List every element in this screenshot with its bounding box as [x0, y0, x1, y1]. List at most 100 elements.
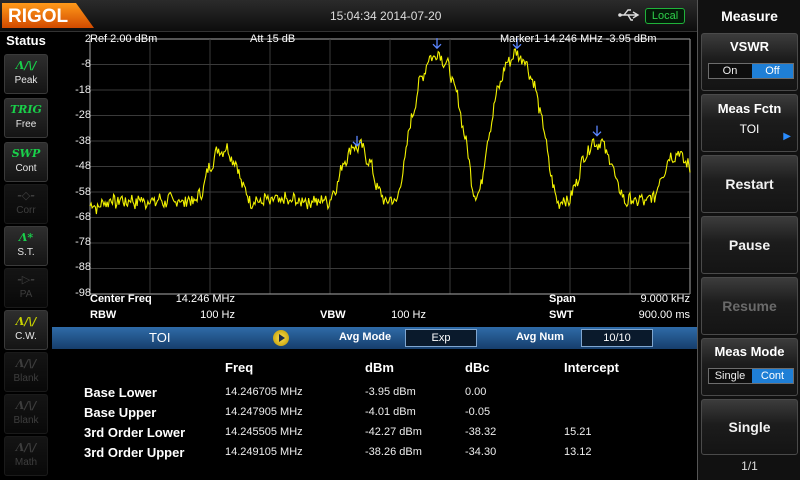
status-item-label: C.W. — [15, 331, 37, 342]
peak-icon: Λ/\/ — [15, 59, 37, 72]
spectrum-plot — [52, 32, 697, 327]
pause-button[interactable]: Pause — [701, 216, 798, 274]
signal-track-icon: Λ* — [18, 231, 34, 244]
y-tick-label: -78 — [75, 236, 91, 248]
vbw-label: VBW — [320, 309, 346, 321]
cell-dbm: -42.27 dBm — [365, 426, 422, 438]
play-icon[interactable] — [273, 330, 289, 346]
meas-mode-label: Meas Mode — [714, 344, 785, 359]
status-item-label: Blank — [13, 373, 39, 384]
rigol-logo: RIGOL — [2, 3, 94, 28]
status-blank-button[interactable]: Λ/\/ Blank — [4, 394, 48, 434]
meas-mode-button[interactable]: Meas Mode Single Cont — [701, 338, 798, 396]
y-tick-label: -88 — [75, 261, 91, 273]
pause-label: Pause — [728, 237, 771, 253]
sweep-info-row-1: Center Freq 14.246 MHz Span 9.000 kHz — [90, 293, 690, 307]
restart-button[interactable]: Restart — [701, 155, 798, 213]
row-label: Base Upper — [84, 405, 157, 420]
status-item-label: PA — [19, 289, 33, 300]
resume-button[interactable]: Resume — [701, 277, 798, 335]
single-button[interactable]: Single — [701, 399, 798, 455]
usb-icon — [618, 9, 640, 21]
menu-title: Measure — [721, 8, 778, 24]
column-header-dbm: dBm — [365, 360, 394, 375]
vswr-toggle[interactable]: On Off — [708, 63, 794, 79]
toi-header-bar: TOI Avg Mode Exp Avg Num 10/10 — [52, 327, 697, 349]
avg-num-label: Avg Num — [516, 331, 564, 343]
y-tick-label: -18 — [75, 84, 91, 96]
status-math-button[interactable]: Λ/\/ Math — [4, 436, 48, 476]
column-header-dbc: dBc — [465, 360, 490, 375]
toi-results-table: Freq dBm dBc Intercept Base Lower 14.246… — [52, 349, 697, 480]
y-tick-label: -58 — [75, 186, 91, 198]
avg-mode-field[interactable]: Exp — [405, 329, 477, 347]
preamp-icon: -▷- — [17, 273, 35, 286]
status-blank-button[interactable]: Λ/\/ Blank — [4, 352, 48, 392]
vswr-on-option[interactable]: On — [709, 64, 751, 78]
cell-dbc: -34.30 — [465, 446, 497, 458]
cell-dbm: -3.95 dBm — [365, 386, 416, 398]
status-sidebar: Status Λ/\/ Peak TRIG Free SWP Cont -◇- … — [0, 32, 52, 480]
meas-mode-toggle[interactable]: Single Cont — [708, 368, 794, 384]
y-tick-label: -38 — [75, 135, 91, 147]
sweep-info-row-2: RBW 100 Hz VBW 100 Hz SWT 900.00 ms — [90, 309, 690, 323]
math-icon: Λ/\/ — [15, 441, 37, 454]
avg-mode-label: Avg Mode — [339, 331, 392, 343]
status-item-label: S.T. — [17, 247, 35, 258]
status-cw-button[interactable]: Λ/\/ C.W. — [4, 310, 48, 350]
trace-icon: Λ/\/ — [15, 315, 37, 328]
status-corr-button[interactable]: -◇- Corr — [4, 184, 48, 224]
y-tick-label: -48 — [75, 160, 91, 172]
status-peak-button[interactable]: Λ/\/ Peak — [4, 54, 48, 94]
row-label: 3rd Order Upper — [84, 445, 185, 460]
y-tick-label: -98 — [75, 287, 91, 299]
vswr-label: VSWR — [730, 39, 769, 54]
local-remote-badge: Local — [645, 8, 685, 24]
span-value: 9.000 kHz — [640, 293, 690, 305]
cell-freq: 14.245505 MHz — [225, 426, 303, 438]
column-header-intercept: Intercept — [564, 360, 619, 375]
center-freq-value: 14.246 MHz — [175, 293, 235, 305]
swt-value: 900.00 ms — [638, 309, 690, 321]
vswr-off-option[interactable]: Off — [752, 64, 793, 78]
trace-icon: Λ/\/ — [15, 399, 37, 412]
vbw-value: 100 Hz — [391, 309, 426, 321]
status-item-label: Peak — [14, 75, 38, 86]
marker1-readout: Marker1 14.246 MHz -3.95 dBm — [500, 33, 657, 45]
triangle-right-icon: ▶ — [783, 131, 791, 142]
y-tick-label: -28 — [75, 109, 91, 121]
status-item-label: Free — [15, 119, 37, 130]
cell-dbc: -38.32 — [465, 426, 497, 438]
resume-label: Resume — [722, 298, 777, 314]
span-label: Span — [549, 293, 576, 305]
meas-mode-cont-option[interactable]: Cont — [752, 369, 793, 383]
status-st-button[interactable]: Λ* S.T. — [4, 226, 48, 266]
vswr-button[interactable]: VSWR On Off — [701, 33, 798, 91]
status-pa-button[interactable]: -▷- PA — [4, 268, 48, 308]
meas-mode-single-option[interactable]: Single — [709, 369, 751, 383]
cell-intercept: 15.21 — [564, 426, 592, 438]
sweep-icon: SWP — [11, 147, 41, 160]
rbw-label: RBW — [90, 309, 117, 321]
cell-intercept: 13.12 — [564, 446, 592, 458]
correction-icon: -◇- — [17, 189, 35, 202]
cell-dbm: -38.26 dBm — [365, 446, 422, 458]
cell-dbc: -0.05 — [465, 406, 491, 418]
status-trig-button[interactable]: TRIG Free — [4, 98, 48, 138]
meas-fctn-label: Meas Fctn — [717, 101, 782, 116]
softkey-menu: Measure VSWR On Off Meas Fctn TOI ▶ Rest… — [697, 0, 800, 480]
column-header-freq: Freq — [225, 360, 254, 375]
datetime: 15:04:34 2014-07-20 — [330, 9, 442, 23]
cell-dbm: -4.01 dBm — [365, 406, 416, 418]
top-bar: RIGOL 15:04:34 2014-07-20 Local — [0, 0, 697, 32]
status-sweep-button[interactable]: SWP Cont — [4, 142, 48, 182]
status-item-label: Blank — [13, 415, 39, 426]
y-tick-label: 2 — [84, 33, 91, 45]
status-item-label: Math — [14, 457, 38, 468]
swt-label: SWT — [549, 309, 574, 321]
meas-fctn-button[interactable]: Meas Fctn TOI ▶ — [701, 94, 798, 152]
avg-num-field[interactable]: 10/10 — [581, 329, 653, 347]
y-tick-label: -68 — [75, 211, 91, 223]
cell-freq: 14.247905 MHz — [225, 406, 303, 418]
row-label: Base Lower — [84, 385, 157, 400]
